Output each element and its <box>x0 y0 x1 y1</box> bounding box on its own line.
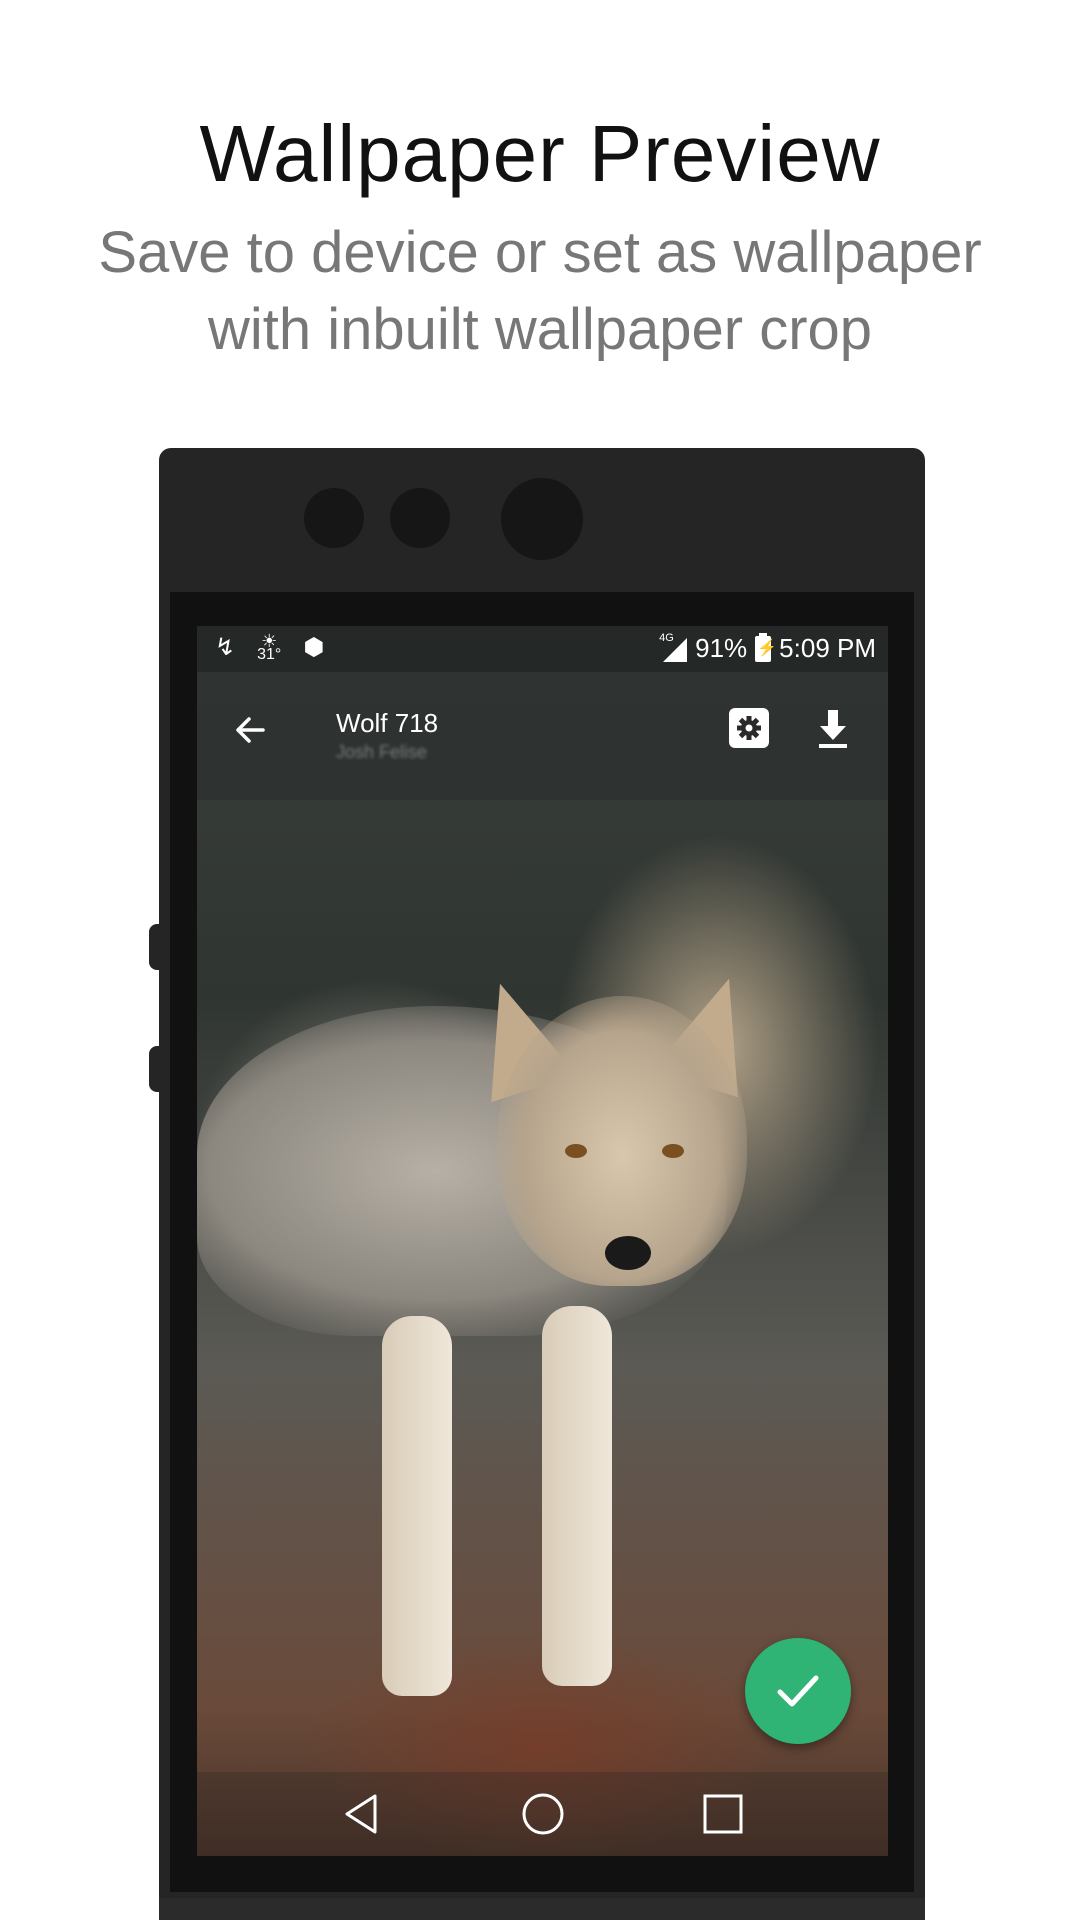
status-bar: ↯ ☀ 31° ⬢ 4G 91% ⚡ 5:09 PM <box>197 626 888 672</box>
page-subheadline: Save to device or set as wallpaper with … <box>98 220 982 362</box>
temperature-label: 31° <box>257 646 282 663</box>
back-arrow-icon <box>236 717 265 743</box>
settings-button[interactable] <box>729 708 769 748</box>
android-debug-icon: ⬢ <box>303 634 325 661</box>
nav-recents-button[interactable] <box>699 1790 747 1838</box>
signal-icon: 4G <box>659 632 688 662</box>
back-button[interactable] <box>225 704 277 756</box>
wolf-leg-front-right <box>542 1306 612 1686</box>
clock: 5:09 PM <box>779 633 876 663</box>
nav-home-button[interactable] <box>519 1790 567 1838</box>
nav-back-icon <box>345 1794 377 1834</box>
nav-back-button[interactable] <box>337 1790 385 1838</box>
page-headline: Wallpaper Preview <box>199 109 881 198</box>
download-icon <box>819 710 847 748</box>
wolf-nose <box>605 1236 651 1270</box>
download-button[interactable] <box>811 704 855 752</box>
navigation-bar <box>197 1772 888 1856</box>
device-side-button-top <box>149 924 163 970</box>
wolf-eye-left <box>565 1144 587 1158</box>
nav-recents-icon <box>703 1794 743 1834</box>
settings-icon <box>737 716 761 740</box>
set-wallpaper-button[interactable] <box>745 1638 851 1744</box>
battery-percent: 91% <box>695 633 748 663</box>
device-side-button-bottom <box>149 1046 163 1092</box>
usb-icon: ↯ <box>215 634 236 661</box>
device-sensor-middle <box>390 488 450 548</box>
device-bottom-edge <box>159 1898 925 1920</box>
app-bar: Wolf 718 Josh Felise <box>197 672 888 800</box>
check-icon <box>777 1675 819 1707</box>
wolf-eye-right <box>662 1144 684 1158</box>
weather-icon: ☀ 31° <box>257 631 282 663</box>
battery-charging-icon: ⚡ <box>755 632 777 662</box>
nav-home-icon <box>522 1793 564 1835</box>
wolf-leg-front-left <box>382 1316 452 1696</box>
wallpaper-author: Josh Felise <box>336 742 428 762</box>
device-sensor-left <box>304 488 364 548</box>
wallpaper-title: Wolf 718 <box>336 708 439 738</box>
device-camera <box>501 478 583 560</box>
phone-screen: ↯ ☀ 31° ⬢ 4G 91% ⚡ 5:09 PM Wolf 718 Josh… <box>197 626 888 1856</box>
